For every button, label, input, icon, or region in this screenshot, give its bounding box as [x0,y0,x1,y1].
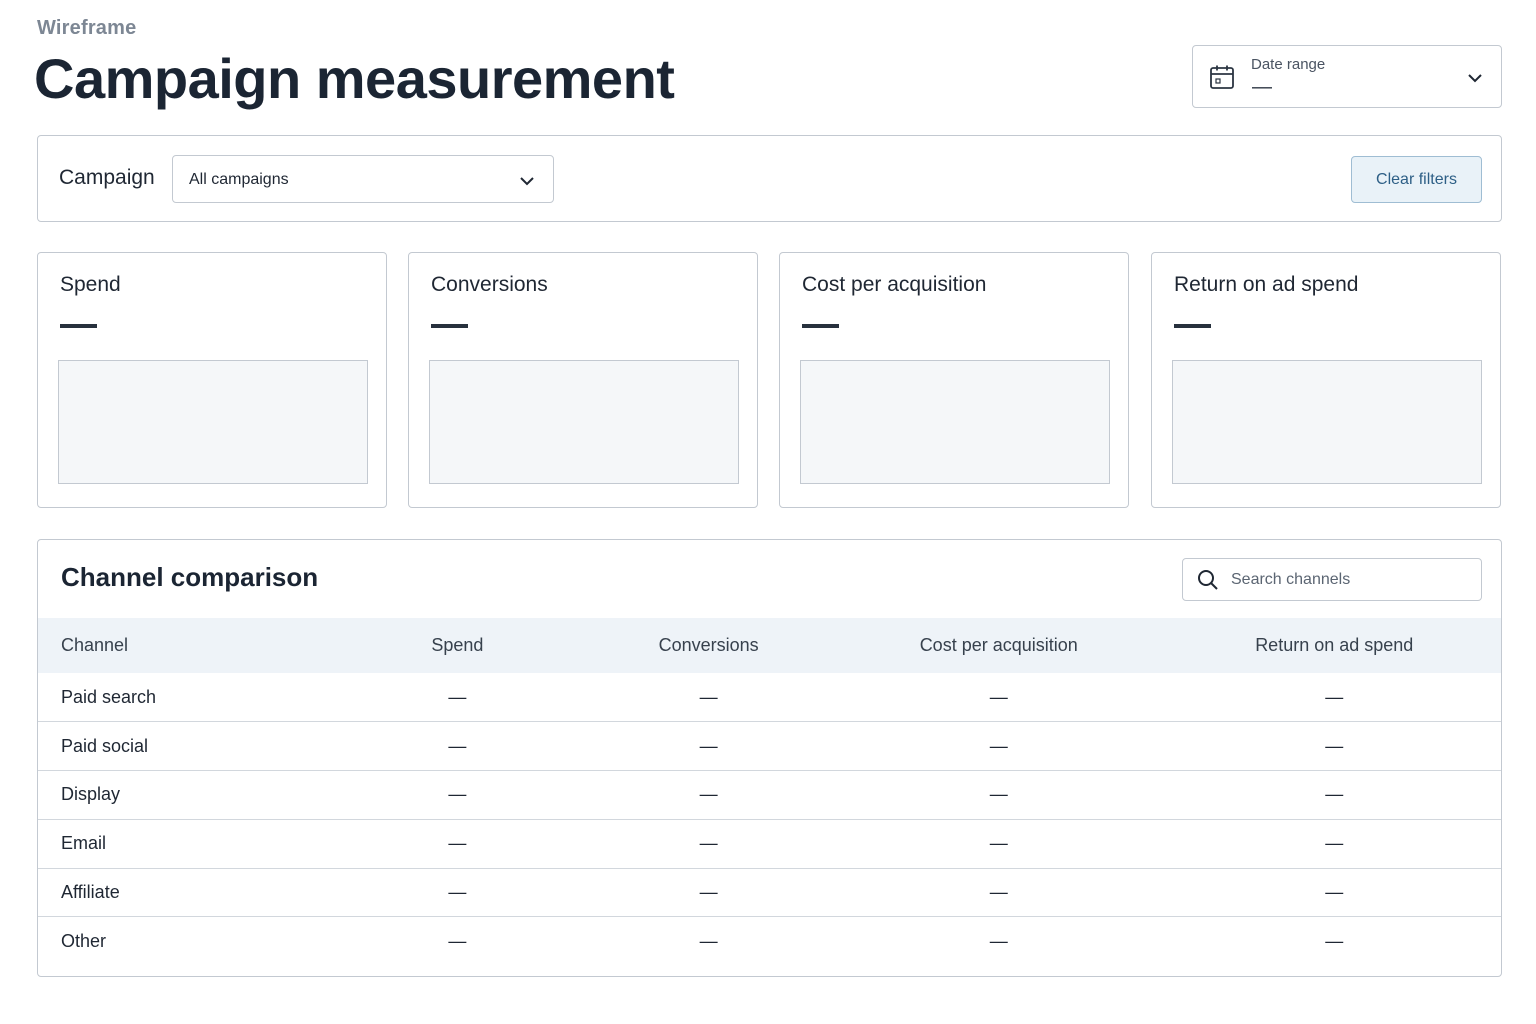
column-header-spend[interactable]: Spend [328,618,588,673]
cell-roas: — [1325,686,1344,707]
cell-cpa: — [989,784,1008,805]
clear-filters-button[interactable]: Clear filters [1351,156,1482,203]
table-row[interactable]: Display — — — — [38,771,1501,820]
campaign-select[interactable]: All campaigns [172,155,554,203]
channel-name: Paid social [61,735,149,756]
table-row[interactable]: Paid social — — — — [38,722,1501,771]
column-header-conversions[interactable]: Conversions [587,618,830,673]
cell-conversions: — [699,784,718,805]
channel-name: Email [61,833,107,854]
cell-cpa: — [989,931,1008,952]
cell-spend: — [448,686,467,707]
cell-spend: — [448,882,467,903]
cell-conversions: — [699,833,718,854]
kpi-chart-placeholder [800,360,1110,484]
table-header-row: Channel Spend Conversions Cost per acqui… [38,618,1501,673]
campaign-select-value: All campaigns [189,171,289,188]
kpi-value-placeholder [431,324,468,328]
cell-cpa: — [989,686,1008,707]
cell-conversions: — [699,882,718,903]
table-row[interactable]: Paid search — — — — [38,673,1501,722]
table-row[interactable]: Other — — — — [38,917,1501,966]
column-header-cost-per-acquisition[interactable]: Cost per acquisition [830,618,1168,673]
cell-roas: — [1325,735,1344,756]
chevron-down-icon [519,173,535,191]
kpi-card-cost-per-acquisition: Cost per acquisition [779,252,1129,508]
channel-comparison-card: Channel comparison Channel Spend Convers… [37,539,1502,977]
kpi-chart-placeholder [58,360,368,484]
cell-roas: — [1325,784,1344,805]
section-title: Channel comparison [61,562,319,592]
kpi-value-placeholder [1174,324,1211,328]
search-input[interactable] [1231,567,1471,593]
kpi-chart-placeholder [1172,360,1482,484]
cell-cpa: — [989,833,1008,854]
chevron-down-icon [1467,70,1483,88]
kpi-title: Cost per acquisition [802,273,987,296]
date-range-picker[interactable]: Date range — [1192,45,1502,108]
kpi-value-placeholder [802,324,839,328]
cell-conversions: — [699,686,718,707]
channel-table: Channel Spend Conversions Cost per acqui… [38,618,1501,966]
column-header-return-on-ad-spend[interactable]: Return on ad spend [1168,618,1502,673]
kpi-title: Spend [60,273,121,296]
channel-name: Affiliate [61,882,120,903]
search-icon [1197,569,1219,596]
kpi-card-conversions: Conversions [408,252,758,508]
cell-cpa: — [989,735,1008,756]
kpi-card-return-on-ad-spend: Return on ad spend [1151,252,1501,508]
kpi-value-placeholder [60,324,97,328]
calendar-icon [1209,64,1235,95]
filter-bar: Campaign All campaigns Clear filters [37,135,1502,222]
cell-roas: — [1325,833,1344,854]
kpi-chart-placeholder [429,360,739,484]
channel-name: Other [61,931,107,952]
channel-name: Display [61,784,121,805]
table-row[interactable]: Email — — — — [38,819,1501,869]
page-eyebrow: Wireframe [37,17,137,39]
channel-name: Paid search [61,686,157,707]
cell-conversions: — [699,735,718,756]
column-header-channel[interactable]: Channel [38,618,328,673]
kpi-title: Return on ad spend [1174,273,1359,296]
cell-spend: — [448,931,467,952]
cell-conversions: — [699,931,718,952]
table-row[interactable]: Affiliate — — — — [38,868,1501,917]
cell-cpa: — [989,882,1008,903]
cell-roas: — [1325,882,1344,903]
date-range-label: Date range [1251,56,1326,73]
cell-spend: — [448,784,467,805]
channel-search[interactable] [1182,558,1482,601]
cell-spend: — [448,735,467,756]
cell-roas: — [1325,931,1344,952]
kpi-card-spend: Spend [37,252,387,508]
campaign-filter-label: Campaign [59,166,155,189]
date-range-value: — [1252,76,1272,98]
page-title: Campaign measurement [34,47,675,110]
cell-spend: — [448,833,467,854]
kpi-title: Conversions [431,273,548,296]
